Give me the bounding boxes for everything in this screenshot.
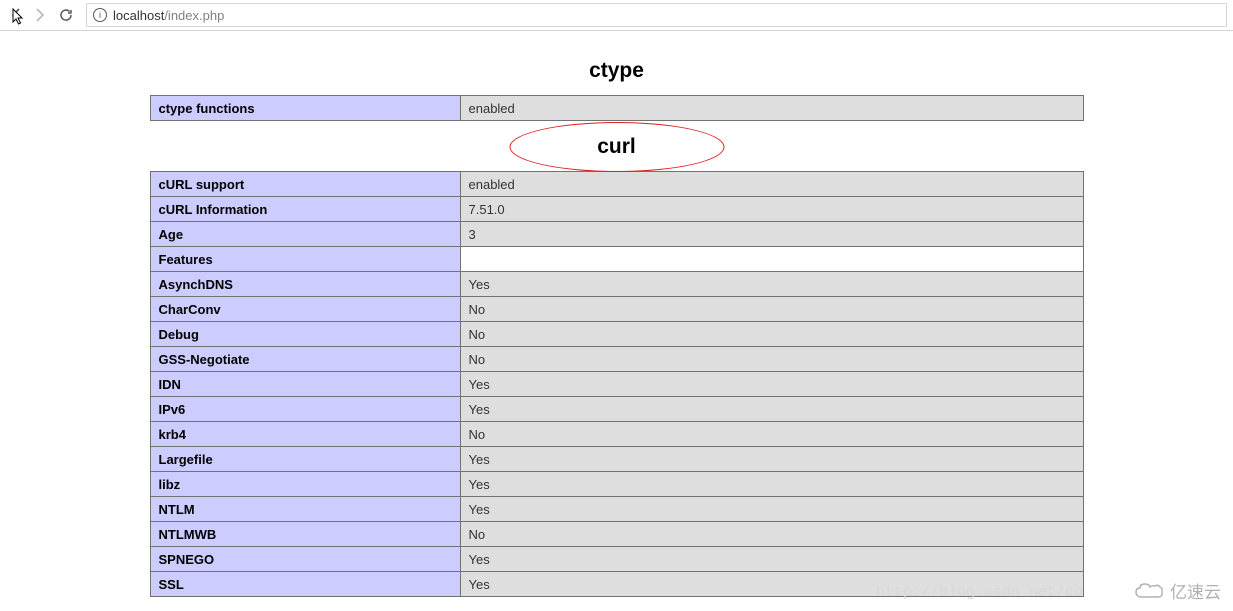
config-value: 7.51.0 (460, 197, 1083, 222)
config-value: Yes (460, 397, 1083, 422)
watermark-logo: 亿速云 (1134, 578, 1221, 603)
table-row: libzYes (150, 472, 1083, 497)
config-value: Yes (460, 372, 1083, 397)
url-bar[interactable]: i localhost/index.php (86, 3, 1227, 27)
table-row: NTLMWBNo (150, 522, 1083, 547)
config-key: Features (150, 247, 460, 272)
config-value: Yes (460, 547, 1083, 572)
back-button[interactable] (6, 5, 26, 25)
config-key: Age (150, 222, 460, 247)
table-row: LargefileYes (150, 447, 1083, 472)
config-value: No (460, 297, 1083, 322)
curl-table: cURL supportenabled cURL Information7.51… (150, 171, 1084, 597)
url-text: localhost/index.php (113, 8, 224, 23)
table-row: AsynchDNSYes (150, 272, 1083, 297)
reload-button[interactable] (56, 5, 76, 25)
table-row: cURL supportenabled (150, 172, 1083, 197)
table-row: Age3 (150, 222, 1083, 247)
config-key: AsynchDNS (150, 272, 460, 297)
ctype-table: ctype functions enabled (150, 95, 1084, 121)
table-row: CharConvNo (150, 297, 1083, 322)
config-key: NTLM (150, 497, 460, 522)
config-value: No (460, 322, 1083, 347)
table-row: SPNEGOYes (150, 547, 1083, 572)
config-key: GSS-Negotiate (150, 347, 460, 372)
config-value (460, 247, 1083, 272)
config-value: 3 (460, 222, 1083, 247)
config-value: Yes (460, 472, 1083, 497)
config-value: No (460, 522, 1083, 547)
config-key: NTLMWB (150, 522, 460, 547)
config-key: ctype functions (150, 96, 460, 121)
config-key: libz (150, 472, 460, 497)
config-key: SPNEGO (150, 547, 460, 572)
config-value: enabled (460, 96, 1083, 121)
config-key: krb4 (150, 422, 460, 447)
table-row: NTLMYes (150, 497, 1083, 522)
table-row: IDNYes (150, 372, 1083, 397)
config-value: Yes (460, 447, 1083, 472)
config-key: SSL (150, 572, 460, 597)
table-row: cURL Information7.51.0 (150, 197, 1083, 222)
cloud-icon (1134, 581, 1164, 601)
config-value: Yes (460, 272, 1083, 297)
config-value: No (460, 422, 1083, 447)
config-value: enabled (460, 172, 1083, 197)
config-key: cURL Information (150, 197, 460, 222)
config-key: CharConv (150, 297, 460, 322)
config-value: Yes (460, 572, 1083, 597)
config-key: IPv6 (150, 397, 460, 422)
config-key: IDN (150, 372, 460, 397)
table-row: DebugNo (150, 322, 1083, 347)
config-key: cURL support (150, 172, 460, 197)
table-row: Features (150, 247, 1083, 272)
table-row: SSLYes (150, 572, 1083, 597)
section-heading-ctype: ctype (150, 59, 1084, 83)
phpinfo-content: ctype ctype functions enabled curl cURL … (150, 31, 1084, 597)
table-row: IPv6Yes (150, 397, 1083, 422)
table-row: GSS-NegotiateNo (150, 347, 1083, 372)
section-heading-curl: curl (150, 135, 1084, 159)
config-value: Yes (460, 497, 1083, 522)
config-value: No (460, 347, 1083, 372)
table-row: ctype functions enabled (150, 96, 1083, 121)
config-key: Largefile (150, 447, 460, 472)
forward-button[interactable] (30, 5, 50, 25)
config-key: Debug (150, 322, 460, 347)
site-info-icon[interactable]: i (93, 8, 107, 22)
table-row: krb4No (150, 422, 1083, 447)
browser-toolbar: i localhost/index.php (0, 0, 1233, 31)
